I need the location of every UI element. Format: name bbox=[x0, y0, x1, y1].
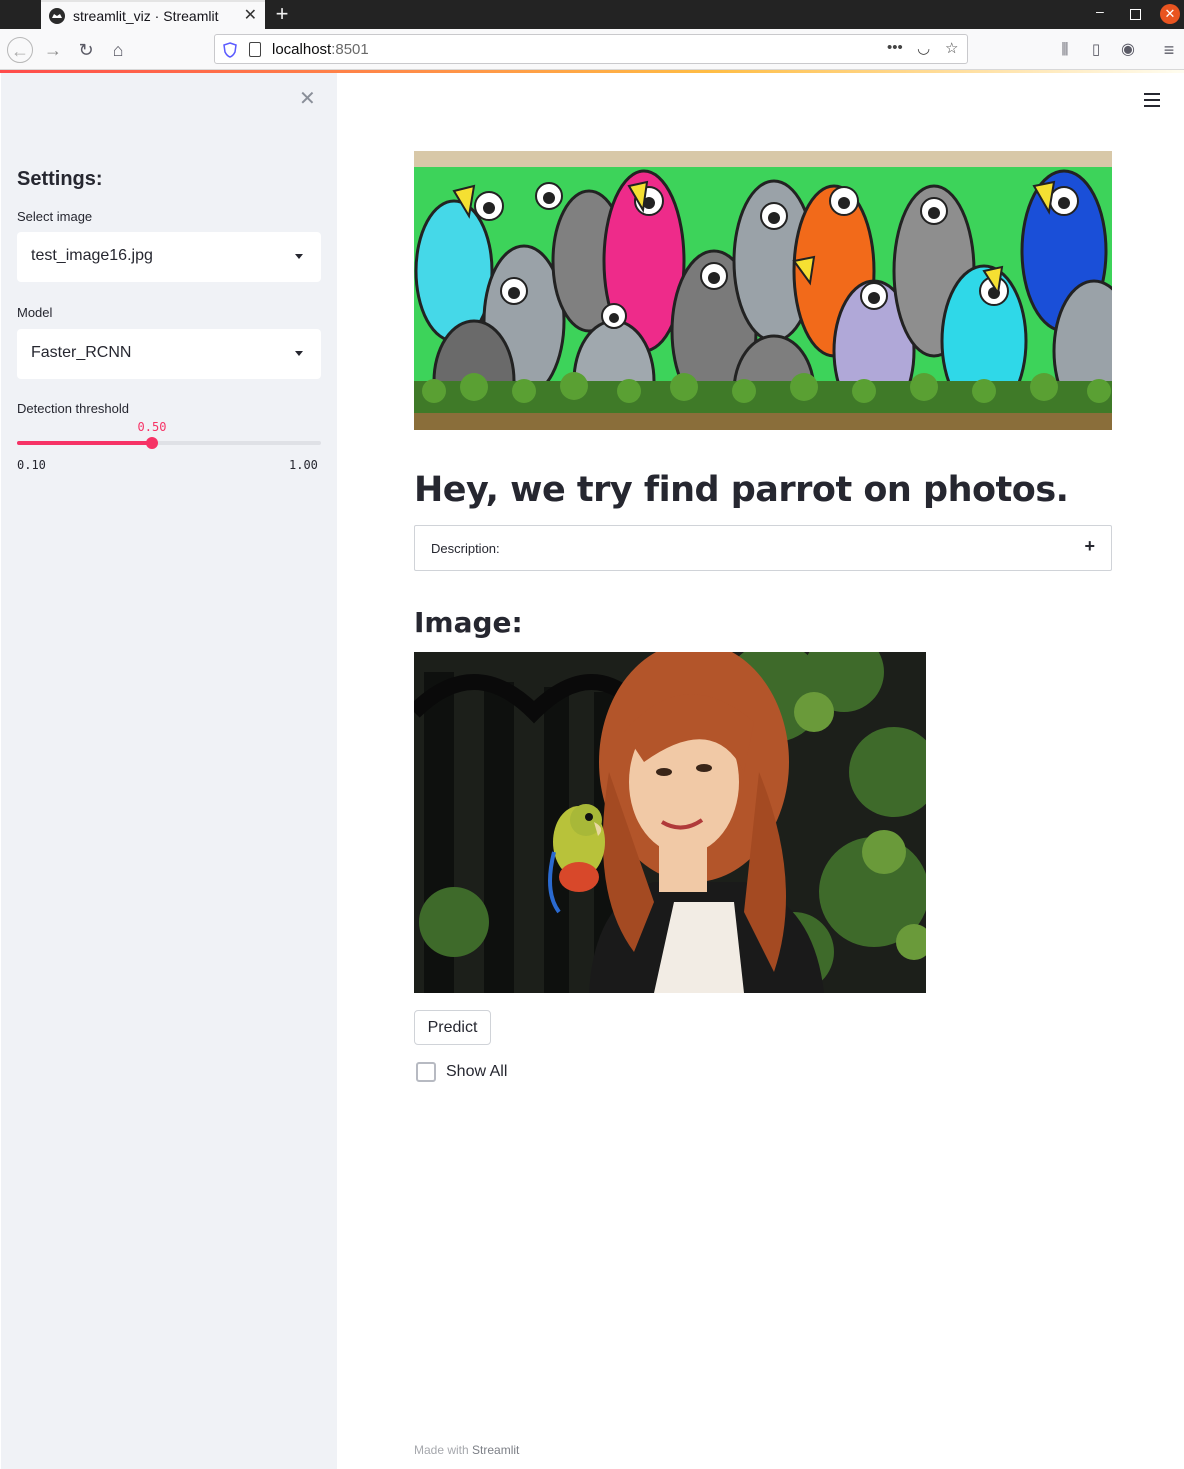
home-icon[interactable]: ⌂ bbox=[105, 37, 131, 63]
plus-icon: + bbox=[1084, 536, 1095, 556]
footer: Made with Streamlit bbox=[414, 1443, 519, 1457]
page-info-icon[interactable] bbox=[249, 42, 261, 57]
new-tab-icon[interactable]: + bbox=[270, 2, 294, 26]
expander-label: Description: bbox=[431, 541, 500, 556]
image-heading: Image: bbox=[414, 606, 523, 639]
tab-title: streamlit_viz · Streamlit bbox=[73, 7, 219, 24]
sidebar-heading: Settings: bbox=[17, 168, 103, 190]
pocket-icon[interactable]: ◡ bbox=[917, 39, 930, 57]
footer-brand-link[interactable]: Streamlit bbox=[472, 1443, 519, 1457]
main-content: Hey, we try find parrot on photos. Descr… bbox=[337, 73, 1184, 1469]
minimize-icon[interactable]: – bbox=[1096, 3, 1104, 19]
description-expander[interactable]: Description: + bbox=[414, 525, 1112, 571]
threshold-slider[interactable] bbox=[17, 437, 321, 449]
account-icon[interactable]: ◉ bbox=[1115, 37, 1141, 63]
url-text[interactable]: localhost:8501 bbox=[272, 41, 369, 58]
url-bar[interactable]: localhost:8501 ••• ◡ ☆ bbox=[214, 34, 968, 64]
sidebar: ✕ Settings: Select image test_image16.jp… bbox=[1, 73, 337, 1469]
predict-button[interactable]: Predict bbox=[414, 1010, 491, 1045]
parrot-mural-banner-image bbox=[414, 151, 1112, 430]
tab-close-icon[interactable]: ✕ bbox=[244, 7, 257, 25]
page-title: Hey, we try find parrot on photos. bbox=[414, 470, 1069, 510]
browser-tab[interactable]: streamlit_viz · Streamlit ✕ bbox=[41, 0, 265, 29]
hamburger-menu-icon[interactable] bbox=[1144, 93, 1160, 107]
show-all-checkbox-row[interactable]: Show All bbox=[416, 1062, 507, 1082]
model-dropdown[interactable]: Faster_RCNN bbox=[17, 329, 321, 379]
sidebar-toggle-icon[interactable]: ▯ bbox=[1083, 37, 1109, 63]
show-all-label[interactable]: Show All bbox=[446, 1063, 507, 1081]
maximize-icon[interactable] bbox=[1130, 9, 1141, 20]
show-all-checkbox[interactable] bbox=[416, 1062, 436, 1082]
library-icon[interactable]: ⫼ bbox=[1052, 37, 1078, 63]
browser-menu-icon[interactable]: ≡ bbox=[1156, 37, 1182, 63]
streamlit-favicon-icon bbox=[49, 7, 65, 24]
threshold-min: 0.10 bbox=[17, 458, 46, 472]
footer-text: Made with bbox=[414, 1443, 473, 1457]
bookmark-star-icon[interactable]: ☆ bbox=[945, 39, 958, 57]
select-image-label: Select image bbox=[17, 209, 93, 224]
forward-arrow-icon[interactable]: → bbox=[40, 37, 66, 63]
chevron-down-icon bbox=[295, 254, 303, 259]
model-label: Model bbox=[17, 305, 53, 320]
threshold-value: 0.50 bbox=[137, 420, 167, 434]
back-arrow-icon[interactable]: ← bbox=[7, 37, 33, 63]
slider-handle[interactable] bbox=[145, 437, 158, 449]
browser-tab-bar: streamlit_viz · Streamlit ✕ + – ✕ bbox=[0, 0, 1184, 29]
select-image-value: test_image16.jpg bbox=[31, 247, 153, 264]
more-actions-icon[interactable]: ••• bbox=[887, 39, 903, 56]
selected-photo-image bbox=[414, 652, 926, 993]
close-window-icon[interactable]: ✕ bbox=[1160, 4, 1180, 24]
sidebar-close-icon[interactable]: ✕ bbox=[299, 89, 316, 109]
tracking-shield-icon bbox=[223, 42, 237, 58]
chevron-down-icon bbox=[295, 351, 303, 356]
select-image-dropdown[interactable]: test_image16.jpg bbox=[17, 232, 321, 282]
model-value: Faster_RCNN bbox=[31, 344, 132, 361]
threshold-label: Detection threshold bbox=[17, 401, 130, 416]
reload-icon[interactable]: ↻ bbox=[73, 37, 99, 63]
threshold-max: 1.00 bbox=[289, 458, 318, 472]
slider-fill bbox=[17, 441, 152, 445]
browser-toolbar: ← → ↻ ⌂ localhost:8501 ••• ◡ ☆ ⫼ ▯ ◉ ≡ bbox=[0, 29, 1184, 70]
